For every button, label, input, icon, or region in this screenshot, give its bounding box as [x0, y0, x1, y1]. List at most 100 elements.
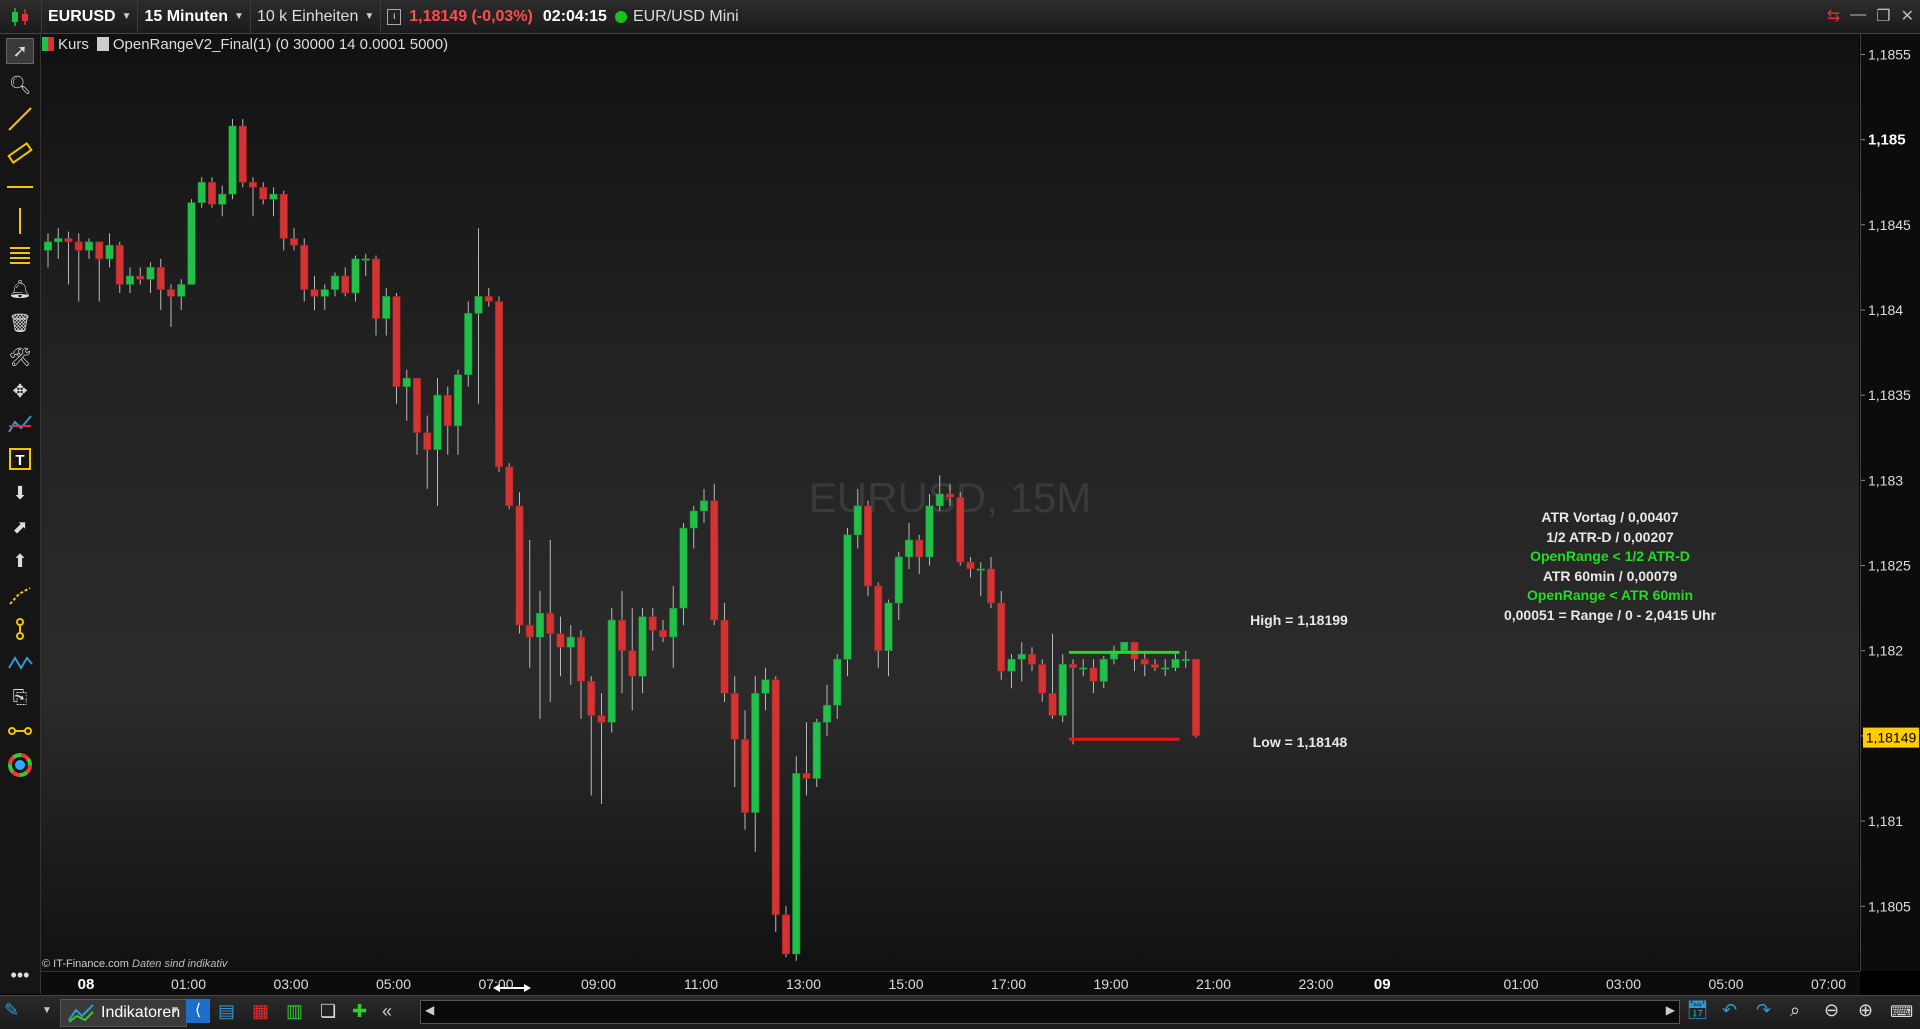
alert-bell-icon[interactable]: 🔔︎	[6, 276, 34, 302]
indicator-draw-icon[interactable]	[6, 412, 34, 438]
candle	[1007, 654, 1016, 689]
color-wheel-icon[interactable]	[6, 752, 34, 778]
candle	[248, 177, 258, 217]
redo-icon[interactable]: ↷	[1756, 1000, 1771, 1021]
polyline-icon[interactable]	[6, 582, 34, 608]
keyboard-icon[interactable]: ⌨	[1890, 1002, 1913, 1022]
arrow-down-icon[interactable]: ⬇	[6, 480, 34, 506]
info-line: ATR 60min / 0,00079	[1542, 567, 1678, 584]
candle	[166, 284, 176, 328]
candle-body	[320, 289, 329, 297]
chart-template-icon[interactable]: ▤	[218, 1001, 235, 1022]
candle-body	[269, 193, 278, 200]
candle	[146, 262, 155, 293]
fibonacci-icon[interactable]	[6, 242, 34, 268]
horizontal-scrollbar[interactable]: ◀ ▶	[420, 1000, 1680, 1024]
horizontal-line-icon[interactable]	[6, 174, 34, 200]
point-tool-icon[interactable]	[6, 616, 34, 642]
arrow-up-icon[interactable]: ⬆	[6, 548, 34, 574]
candle	[576, 630, 586, 719]
candle-body	[546, 612, 555, 634]
units-selector[interactable]: 10 k Einheiten ▼	[251, 0, 382, 34]
chart-type-button[interactable]	[0, 0, 42, 34]
more-icon[interactable]: •••	[6, 962, 34, 988]
symbol-selector[interactable]: EURUSD ▼	[42, 0, 139, 34]
vertical-line-icon[interactable]	[6, 208, 34, 234]
candle-body	[843, 534, 852, 660]
low-label: Low = 1,18148	[1253, 734, 1348, 750]
close-icon[interactable]: ✕	[1901, 6, 1914, 26]
candle	[84, 238, 94, 259]
timeframe-selector[interactable]: 15 Minuten ▼	[138, 0, 251, 34]
time-axis[interactable]: 08 01:00 03:00 05:00 07:00 09:00 11:00 13:00 15:…	[41, 971, 1920, 996]
candle	[751, 676, 760, 852]
candle-body	[1120, 641, 1129, 652]
wave-tool-icon[interactable]	[6, 650, 34, 676]
candle-body	[1017, 653, 1026, 660]
zoom-out-icon[interactable]: ⊖	[1824, 1000, 1839, 1021]
draw-pen-icon[interactable]: ✎	[4, 1000, 32, 1024]
candle	[720, 603, 729, 702]
chevron-down-icon[interactable]: ▼	[42, 1005, 52, 1016]
screener-icon[interactable]: ▥	[286, 1001, 303, 1022]
ruler-tool-icon[interactable]	[6, 140, 34, 166]
scroll-left-icon[interactable]: ◀	[425, 1003, 434, 1017]
candle	[884, 599, 893, 677]
candle-body	[781, 914, 791, 955]
zoom-fit-icon[interactable]: ⌕	[1790, 1000, 1800, 1021]
arrow-diagonal-icon[interactable]: ⬈	[6, 514, 34, 540]
zoom-in-icon[interactable]: ⊕	[1858, 1000, 1873, 1021]
restore-icon[interactable]: ❐	[1876, 6, 1890, 26]
candle	[300, 238, 309, 302]
candle-body	[494, 301, 504, 468]
move-icon[interactable]: ✥	[6, 378, 34, 404]
collapse-left-icon[interactable]: «	[382, 1001, 392, 1022]
candle	[361, 253, 370, 276]
link-tool-icon[interactable]	[6, 718, 34, 744]
candle	[74, 233, 83, 302]
pointer-tool-icon[interactable]: ➚	[6, 38, 34, 64]
candle-body	[607, 619, 616, 723]
candle	[525, 539, 534, 668]
symbol-label: EURUSD	[48, 7, 116, 25]
indicators-button[interactable]: Indikatoren	[60, 999, 188, 1027]
multi-chart-icon[interactable]: ❏	[320, 1001, 336, 1022]
probuilder-icon[interactable]: ✚	[352, 1001, 367, 1022]
svg-text:T: T	[15, 452, 24, 469]
price-chart[interactable]: EURUSD, 15M High = 1,18199 Low = 1,18148	[41, 34, 1859, 971]
candle-body	[597, 715, 606, 723]
price-legend-label[interactable]: Kurs	[58, 36, 89, 53]
text-tool-icon[interactable]: T	[6, 446, 34, 472]
candle	[997, 591, 1006, 680]
candle-body	[443, 394, 452, 427]
indicator-legend-label[interactable]: OpenRangeV2_Final(1) (0 30000 14 0.0001 …	[113, 36, 448, 53]
candle-body	[207, 181, 217, 205]
share-icon[interactable]: ⟨	[186, 999, 210, 1023]
zoom-tool-icon[interactable]: 🔍︎	[6, 72, 34, 98]
copy-icon[interactable]: ⎘	[6, 684, 34, 710]
sync-icon[interactable]: ⇆	[1827, 6, 1840, 26]
tools-icon[interactable]: 🛠︎	[6, 344, 34, 370]
candle-body	[576, 636, 586, 682]
instrument-name: EUR/USD Mini	[632, 7, 739, 25]
drawing-toolbar: ➚ 🔍︎ 🔔︎ 🗑︎ 🛠︎ ✥ T ⬇ ⬈ ⬆ ⎘ •••	[0, 34, 41, 994]
scroll-right-icon[interactable]: ▶	[1666, 1003, 1675, 1017]
line-tool-icon[interactable]	[6, 106, 34, 132]
candle-body	[300, 244, 309, 290]
strategy-icon[interactable]: ▦	[252, 1001, 269, 1022]
trash-icon[interactable]: 🗑︎	[6, 310, 34, 336]
minimize-icon[interactable]: —	[1850, 6, 1866, 26]
time-tick-label: 03:00	[1606, 976, 1641, 992]
candle-body	[330, 275, 340, 290]
price-axis[interactable]: 1,1855 1,185 1,1845 1,184 1,1835 1,183 1,1825 1…	[1860, 34, 1920, 971]
price-tick-label: 1,185	[1868, 132, 1906, 149]
indicator-swatch-icon	[96, 37, 109, 51]
candle	[64, 231, 73, 285]
candle-body	[115, 244, 124, 285]
undo-icon[interactable]: ↶	[1722, 1000, 1737, 1021]
time-tick-label: 13:00	[786, 976, 821, 992]
candle-body	[392, 296, 401, 387]
calendar-icon[interactable]: 📅︎	[1686, 1000, 1709, 1021]
candle-body	[95, 241, 104, 260]
chevron-down-icon[interactable]: ▼	[170, 1005, 180, 1016]
